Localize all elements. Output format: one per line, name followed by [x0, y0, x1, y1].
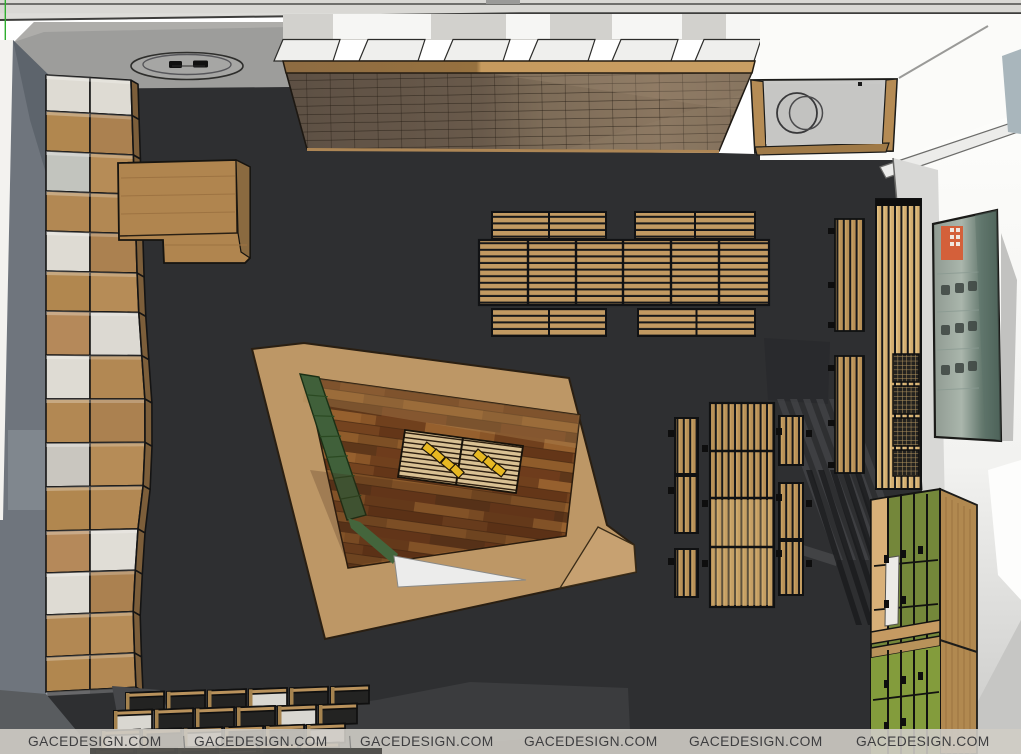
- svg-text:GACEDESIGN.COM: GACEDESIGN.COM: [194, 734, 328, 749]
- svg-text:GACEDESIGN.COM: GACEDESIGN.COM: [856, 734, 990, 749]
- svg-text:GACEDESIGN.COM: GACEDESIGN.COM: [524, 734, 658, 749]
- svg-text:GACEDESIGN.COM: GACEDESIGN.COM: [689, 734, 823, 749]
- svg-text:GACEDESIGN.COM: GACEDESIGN.COM: [360, 734, 494, 749]
- svg-text:GACEDESIGN.COM: GACEDESIGN.COM: [28, 734, 162, 749]
